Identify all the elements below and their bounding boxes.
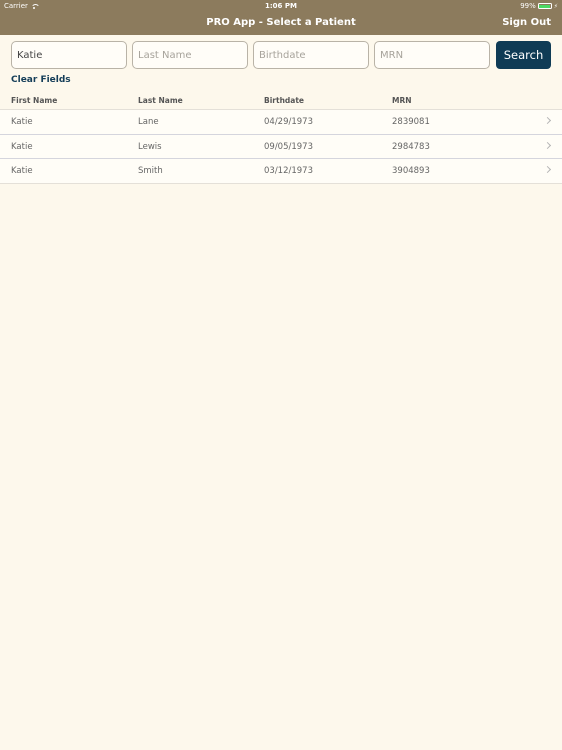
first-name-cell: Katie <box>11 141 33 152</box>
mrn-cell: 2984783 <box>392 141 430 152</box>
birthdate-cell: 03/12/1973 <box>264 166 313 176</box>
mrn-input[interactable] <box>374 41 490 69</box>
first-name-cell: Katie <box>11 166 33 176</box>
patient-row[interactable]: Katie Smith 03/12/1973 3904893 <box>0 159 562 184</box>
last-name-cell: Smith <box>138 166 163 176</box>
birthdate-cell: 04/29/1973 <box>264 117 313 127</box>
battery-info: 99% ⚡ <box>520 2 558 10</box>
birthdate-input[interactable] <box>253 41 369 69</box>
column-header-last-name: Last Name <box>138 96 183 105</box>
mrn-cell: 2839081 <box>392 117 430 127</box>
navigation-bar: Carrier 1:06 PM 99% ⚡ PRO App - Select a… <box>0 0 562 35</box>
first-name-input[interactable] <box>11 41 127 69</box>
column-header-mrn: MRN <box>392 96 412 105</box>
status-time: 1:06 PM <box>265 2 297 10</box>
table-header: First Name Last Name Birthdate MRN <box>0 94 562 109</box>
patient-list: Katie Lane 04/29/1973 2839081 Katie Lewi… <box>0 109 562 184</box>
battery-percent: 99% <box>520 2 536 10</box>
battery-icon <box>537 3 552 9</box>
search-button[interactable]: Search <box>496 41 551 69</box>
mrn-cell: 3904893 <box>392 166 430 176</box>
patient-row[interactable]: Katie Lane 04/29/1973 2839081 <box>0 110 562 135</box>
clear-fields-link[interactable]: Clear Fields <box>11 75 71 85</box>
first-name-cell: Katie <box>11 117 33 127</box>
last-name-input[interactable] <box>132 41 248 69</box>
patient-row[interactable]: Katie Lewis 09/05/1973 2984783 <box>0 134 562 159</box>
column-header-birthdate: Birthdate <box>264 96 305 105</box>
chevron-right-icon <box>543 165 552 174</box>
last-name-cell: Lane <box>138 117 159 127</box>
status-bar: Carrier 1:06 PM 99% ⚡ <box>0 0 562 12</box>
birthdate-cell: 09/05/1973 <box>264 141 313 152</box>
charging-icon: ⚡ <box>553 2 558 10</box>
battery-fill <box>539 4 551 8</box>
column-header-first-name: First Name <box>11 96 58 105</box>
sign-out-button[interactable]: Sign Out <box>502 17 551 28</box>
search-form: Search <box>11 41 551 69</box>
last-name-cell: Lewis <box>138 141 162 152</box>
page-title: PRO App - Select a Patient <box>206 17 356 28</box>
chevron-right-icon <box>543 141 552 149</box>
chevron-right-icon <box>543 116 552 125</box>
